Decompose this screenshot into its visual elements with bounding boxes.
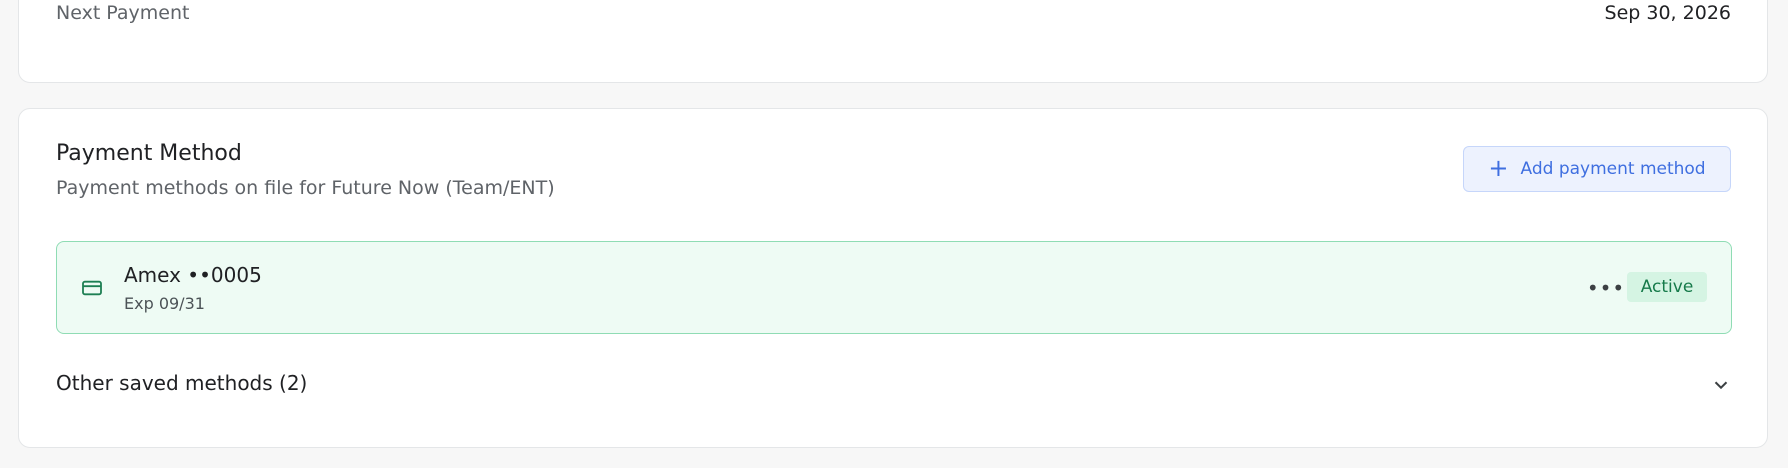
next-payment-card: Next Payment Sep 30, 2026 [18, 0, 1768, 83]
more-icon[interactable]: ••• [1587, 276, 1624, 300]
next-payment-date: Sep 30, 2026 [1604, 2, 1731, 24]
payment-method-expiry: Exp 09/31 [124, 294, 205, 313]
payment-method-row[interactable]: Amex ••0005 Exp 09/31 ••• Active [56, 241, 1732, 334]
other-saved-methods-toggle[interactable]: Other saved methods (2) [56, 367, 1732, 403]
credit-card-icon [82, 280, 102, 296]
section-subtitle: Payment methods on file for Future Now (… [56, 177, 555, 199]
next-payment-label: Next Payment [56, 2, 190, 24]
payment-method-card: Payment Method Payment methods on file f… [18, 108, 1768, 448]
chevron-down-icon [1714, 381, 1728, 390]
other-saved-methods-label: Other saved methods (2) [56, 371, 308, 395]
plus-icon: + [1488, 154, 1509, 182]
payment-method-name: Amex ••0005 [124, 263, 262, 287]
add-payment-method-label: Add payment method [1520, 159, 1706, 179]
status-badge: Active [1627, 272, 1707, 302]
add-payment-method-button[interactable]: + Add payment method [1463, 146, 1731, 192]
section-title: Payment Method [56, 141, 242, 166]
